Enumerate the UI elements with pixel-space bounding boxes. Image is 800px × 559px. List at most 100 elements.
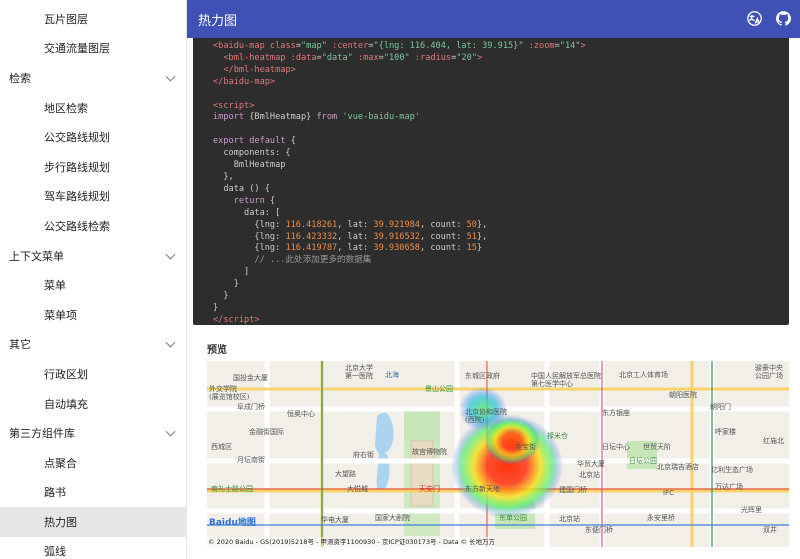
map-poi-label[interactable]: 永安里桥 bbox=[647, 514, 675, 522]
map-poi-label[interactable]: 东便门桥 bbox=[585, 526, 613, 534]
sidebar-item[interactable]: 自动填充 bbox=[0, 389, 186, 419]
map-poi-label[interactable]: 中国人民解放军总医院 第七医学中心 bbox=[531, 372, 601, 388]
map-poi-label[interactable]: 亿利生态广场 bbox=[711, 466, 753, 474]
app-header: 热力图 bbox=[187, 0, 800, 38]
map-poi-label[interactable]: 月坛南街 bbox=[237, 456, 265, 464]
map-copyright: © 2020 Baidu - GS(2019)5218号 - 甲测资字11009… bbox=[207, 537, 496, 547]
sidebar-item-label: 行政区划 bbox=[44, 367, 88, 381]
sidebar-item-label: 瓦片图层 bbox=[44, 12, 88, 26]
sidebar-item[interactable]: 步行路线规划 bbox=[0, 152, 186, 182]
sidebar-item-label: 菜单项 bbox=[44, 308, 77, 322]
map-poi-label[interactable]: 红庙北 bbox=[763, 437, 784, 445]
map-poi-label[interactable]: 大望路 bbox=[335, 470, 356, 478]
sidebar-item[interactable]: 点聚合 bbox=[0, 448, 186, 478]
sidebar-item[interactable]: 公交路线检索 bbox=[0, 211, 186, 241]
map-poi-label[interactable]: 恒奥中心 bbox=[287, 410, 315, 418]
map-poi-label[interactable]: IFC bbox=[663, 489, 674, 497]
sidebar-item-label: 公交路线规划 bbox=[44, 131, 110, 145]
sidebar-item-label: 其它 bbox=[9, 338, 31, 352]
sidebar-item-label: 自动填充 bbox=[44, 397, 88, 411]
sidebar-item[interactable]: 热力图 bbox=[0, 507, 186, 537]
map-poi-label[interactable]: 国投金大厦 bbox=[233, 374, 268, 382]
sidebar-item[interactable]: 菜单项 bbox=[0, 300, 186, 330]
map-poi-label[interactable]: 北京站 bbox=[559, 515, 580, 523]
map-poi-label[interactable]: 天安门 bbox=[419, 485, 440, 493]
sidebar-group[interactable]: 检索 bbox=[0, 63, 186, 93]
map-poi-label[interactable]: 世贸天阶 bbox=[643, 443, 671, 451]
github-icon[interactable] bbox=[775, 10, 792, 27]
map-poi-label[interactable]: 南礼士路公园 bbox=[211, 485, 253, 493]
sidebar-item[interactable]: 弧线 bbox=[0, 537, 186, 559]
sidebar-item[interactable]: 行政区划 bbox=[0, 359, 186, 389]
sidebar-item[interactable]: 菜单 bbox=[0, 270, 186, 300]
chevron-down-icon bbox=[165, 426, 176, 437]
sidebar-item-label: 第三方组件库 bbox=[9, 427, 75, 441]
baidu-logo: Baidu地图 bbox=[209, 518, 256, 528]
code-block: <baidu-map class="map" :center="{lng: 11… bbox=[193, 38, 789, 325]
map-base bbox=[207, 361, 789, 547]
sidebar-item[interactable]: 瓦片图层 bbox=[0, 4, 186, 34]
preview-label: 预览 bbox=[207, 345, 227, 356]
map-poi-label[interactable]: 金融街国际 bbox=[249, 428, 284, 436]
map-poi-label[interactable]: 朝阳医院 bbox=[669, 391, 697, 399]
map-poi-label[interactable]: 呼家楼 bbox=[715, 428, 736, 436]
map-poi-label[interactable]: 金宝街 bbox=[515, 443, 536, 451]
sidebar-item[interactable]: 驾车路线规划 bbox=[0, 182, 186, 212]
map-poi-label[interactable]: 故宫博物院 bbox=[412, 448, 447, 456]
sidebar-item-label: 上下文菜单 bbox=[9, 249, 64, 263]
app-window: 瓦片图层交通流量图层检索地区检索公交路线规划 步行路线规划 驾车路线规划 公交路线检索… bbox=[0, 0, 800, 559]
map-poi-label[interactable]: 东方新天地 bbox=[465, 485, 500, 493]
page-title: 热力图 bbox=[198, 13, 238, 29]
map-poi-label[interactable]: 东单公园 bbox=[499, 514, 527, 522]
map-poi-label[interactable]: 华贸大厦 bbox=[577, 460, 605, 468]
sidebar-item-label: 点聚合 bbox=[44, 456, 77, 470]
sidebar-item-label: 检索 bbox=[9, 71, 31, 85]
map-poi-label[interactable]: 禄米仓 bbox=[547, 432, 568, 440]
map-poi-label[interactable]: 东城区政府 bbox=[465, 372, 500, 380]
map-poi-label[interactable]: 西城区 bbox=[211, 443, 232, 451]
sidebar-item-label: 公交路线检索 bbox=[44, 219, 110, 233]
sidebar-item-label: 地区检索 bbox=[44, 101, 88, 115]
map-poi-label[interactable]: 国家大剧院 bbox=[375, 514, 410, 522]
map-poi-label[interactable]: 日坛公园 bbox=[629, 457, 657, 465]
map-poi-label[interactable]: 万达广场 bbox=[715, 483, 743, 491]
main-content: <baidu-map class="map" :center="{lng: 11… bbox=[187, 38, 800, 559]
map-poi-label[interactable]: 北海 bbox=[385, 371, 399, 379]
map-poi-label[interactable]: 双井 bbox=[763, 526, 777, 534]
map-poi-label[interactable]: 北京协和医院 (西院) bbox=[465, 408, 507, 424]
sidebar-group[interactable]: 上下文菜单 bbox=[0, 241, 186, 271]
map-poi-label[interactable]: 北京大学 第一医院 bbox=[345, 364, 373, 380]
map-poi-label[interactable]: 北京站 bbox=[579, 471, 600, 479]
map-poi-label[interactable]: 外交学院 (展览馆校区) bbox=[209, 385, 249, 401]
sidebar-item-label: 热力图 bbox=[44, 515, 77, 529]
sidebar-item-label: 路书 bbox=[44, 486, 66, 500]
map-poi-label[interactable]: 骏豪中央 公园广场 bbox=[755, 364, 783, 380]
map-poi-label[interactable]: 北京瑞吉酒店 bbox=[657, 463, 699, 471]
map-poi-label[interactable]: 朝阳门 bbox=[710, 403, 731, 411]
map-poi-label[interactable]: 大悦城 bbox=[347, 485, 368, 493]
sidebar-item[interactable]: 地区检索 bbox=[0, 93, 186, 123]
sidebar-group[interactable]: 其它 bbox=[0, 330, 186, 360]
sidebar-item[interactable]: 路书 bbox=[0, 478, 186, 508]
sidebar-item[interactable]: 交通流量图层 bbox=[0, 34, 186, 64]
sidebar-item-label: 交通流量图层 bbox=[44, 42, 110, 56]
sidebar-item-label: 驾车路线规划 bbox=[44, 190, 110, 204]
map-poi-label[interactable]: 府右街 bbox=[353, 451, 374, 459]
map-poi-label[interactable]: 东方银座 bbox=[602, 409, 630, 417]
map-poi-label[interactable]: 日坛中心 bbox=[602, 443, 630, 451]
map-poi-label[interactable]: 建国门桥 bbox=[559, 486, 587, 494]
map-poi-label[interactable]: 华电大厦 bbox=[321, 516, 349, 524]
chevron-down-icon bbox=[165, 71, 176, 82]
sidebar-group[interactable]: 第三方组件库 bbox=[0, 418, 186, 448]
header-actions bbox=[746, 10, 792, 27]
translate-icon[interactable] bbox=[746, 10, 763, 27]
map-poi-label[interactable]: 阜成门桥 bbox=[237, 403, 265, 411]
map-poi-label[interactable]: 光辉里 bbox=[741, 506, 762, 514]
chevron-down-icon bbox=[165, 249, 176, 260]
heatmap-map[interactable]: 北京大学 第一医院 北海 东城区政府 中国人民解放军总医院 第七医学中心 北京工人体育场… bbox=[207, 361, 789, 547]
sidebar-nav: 瓦片图层交通流量图层检索地区检索公交路线规划 步行路线规划 驾车路线规划 公交路线检索… bbox=[0, 0, 187, 559]
map-poi-label[interactable]: 景山公园 bbox=[425, 385, 453, 393]
sidebar-item[interactable]: 公交路线规划 bbox=[0, 122, 186, 152]
sidebar-item-label: 步行路线规划 bbox=[44, 160, 110, 174]
map-poi-label[interactable]: 北京工人体育场 bbox=[619, 371, 668, 379]
